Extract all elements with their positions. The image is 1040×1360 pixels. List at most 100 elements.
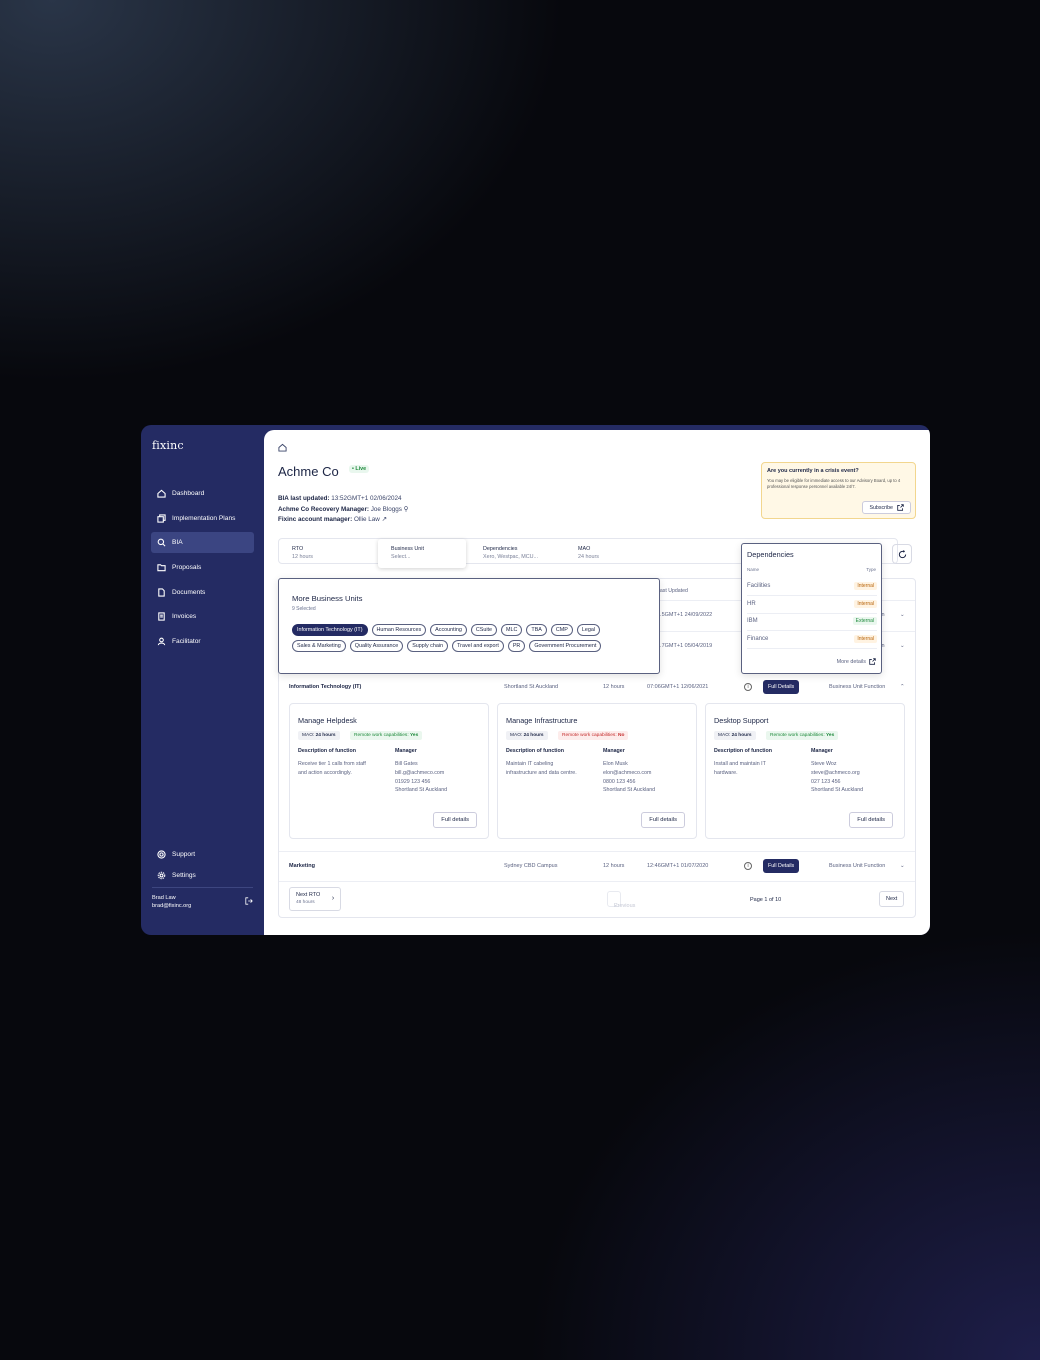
full-details-button[interactable]: Full Details: [763, 680, 800, 694]
sidebar-item-bia[interactable]: BIA: [151, 532, 254, 554]
chevron-down-icon[interactable]: ⌄: [900, 612, 905, 618]
sidebar-item-settings[interactable]: Settings: [151, 865, 254, 886]
person-icon: ⚲: [403, 505, 409, 513]
sidebar-item-support[interactable]: Support: [151, 844, 254, 865]
manager-details: Steve Woz steve@achmeco.org 027 123 456 …: [811, 760, 863, 795]
subscribe-button[interactable]: Subscribe: [862, 501, 911, 514]
filter-rto-value: 12 hours: [292, 554, 313, 560]
business-unit-chip[interactable]: Accounting: [430, 624, 467, 636]
row-last-updated: ...5GMT+1 24/09/2022: [657, 612, 713, 618]
business-unit-chip[interactable]: Travel and export: [452, 640, 504, 652]
sidebar-item-implementation-plans[interactable]: Implementation Plans: [151, 508, 254, 529]
user-icon: [157, 637, 166, 646]
sidebar-nav: Dashboard Implementation Plans BIA Propo…: [151, 483, 254, 656]
remote-badge: Remote work capabilities: No: [558, 731, 629, 740]
external-link-icon: ↗: [381, 516, 387, 523]
description-text: Maintain IT cabeling infrastructure and …: [506, 760, 577, 778]
business-unit-chip[interactable]: Government Procurement: [529, 640, 602, 652]
business-unit-chip[interactable]: PR: [507, 640, 526, 652]
external-link-icon: [869, 658, 876, 665]
manager-name: Bill Gates: [395, 761, 418, 767]
manager-details: Bill Gates bill.g@achmeco.com 01929 123 …: [395, 760, 447, 795]
business-unit-chip[interactable]: Human Resources: [371, 624, 427, 636]
table-row-expanded[interactable]: Information Technology (IT) Shortland St…: [279, 673, 915, 703]
full-details-button[interactable]: Full Details: [763, 859, 800, 873]
row-location: Shortland St Auckland: [504, 684, 559, 690]
account-manager-label: Fixinc account manager:: [278, 516, 353, 523]
filter-mao-label: MAO: [578, 546, 591, 552]
sidebar-bottom-nav: Support Settings: [151, 844, 254, 886]
manager-phone: 0800 123 456: [603, 778, 636, 785]
more-details-link[interactable]: More details: [837, 658, 876, 665]
manager-label: Manager: [603, 748, 625, 754]
info-icon[interactable]: i: [744, 683, 752, 691]
mao-value: 24 hours: [731, 733, 752, 738]
business-unit-chip[interactable]: CSuite: [470, 624, 498, 636]
business-unit-chip[interactable]: Information Technology (IT): [292, 624, 368, 636]
sidebar-item-label: Implementation Plans: [172, 514, 236, 522]
filter-mao[interactable]: MAO 24 hours: [578, 545, 599, 561]
mao-badge: MAO: 24 hours: [298, 731, 340, 740]
sidebar-item-proposals[interactable]: Proposals: [151, 557, 254, 578]
bia-updated-value: 13:52GMT+1 02/06/2024: [331, 495, 402, 502]
sidebar-item-label: Proposals: [172, 564, 202, 572]
remote-badge: Remote work capabilities: Yes: [766, 731, 839, 740]
chevron-down-icon[interactable]: ⌄: [900, 643, 905, 649]
business-unit-chip[interactable]: TBA: [526, 624, 547, 636]
description-label: Description of function: [506, 748, 564, 754]
card-title: Manage Infrastructure: [506, 716, 578, 725]
column-header-last-updated: Last Updated: [657, 588, 688, 594]
document-icon: [158, 588, 165, 597]
business-unit-chip[interactable]: Legal: [576, 624, 601, 636]
row-type: Business Unit Function: [829, 684, 886, 690]
sidebar-item-dashboard[interactable]: Dashboard: [151, 483, 254, 504]
remote-value: Yes: [826, 733, 835, 738]
dependency-type-badge: Internal: [854, 582, 877, 590]
app-window: fixinc Dashboard Implementation Plans BI…: [141, 425, 930, 935]
home-breadcrumb-icon[interactable]: [278, 443, 287, 452]
card-full-details-button[interactable]: Full details: [641, 812, 685, 828]
description-line: and action accordingly.: [298, 769, 352, 776]
dependency-row[interactable]: Finance Internal: [747, 631, 877, 649]
sidebar-item-documents[interactable]: Documents: [151, 582, 254, 603]
dependency-row[interactable]: Facilities Internal: [747, 578, 877, 596]
sidebar-item-label: BIA: [172, 539, 183, 547]
reset-filters-button[interactable]: [892, 544, 912, 564]
chevron-up-icon[interactable]: ⌃: [900, 684, 905, 690]
logout-icon[interactable]: [245, 897, 253, 905]
next-rto-button[interactable]: Next RTO 48 hours ›: [289, 887, 342, 911]
description-line: Maintain IT cabeling: [506, 761, 554, 767]
dependency-row[interactable]: HR Internal: [747, 596, 877, 614]
dependency-row[interactable]: IBM External: [747, 613, 877, 631]
card-full-details-button[interactable]: Full details: [849, 812, 893, 828]
card-full-details-button[interactable]: Full details: [433, 812, 477, 828]
recovery-manager-value[interactable]: Joe Bloggs: [371, 506, 402, 513]
business-unit-chip[interactable]: MLC: [501, 624, 523, 636]
info-icon[interactable]: i: [744, 862, 752, 870]
description-text: Install and maintain IT hardware.: [714, 760, 766, 778]
manager-details: Elon Musk elon@achmeco.com 0800 123 456 …: [603, 760, 655, 795]
next-button[interactable]: Next: [879, 891, 905, 907]
business-unit-chip[interactable]: Supply chain: [407, 640, 449, 652]
dependency-name: HR: [747, 601, 756, 607]
business-unit-chip[interactable]: Quality Assurance: [349, 640, 404, 652]
crisis-banner: Are you currently in a crisis event? You…: [761, 462, 916, 519]
previous-button[interactable]: ← Previous: [607, 891, 635, 909]
account-manager-value[interactable]: Ollie Law: [354, 516, 380, 523]
filter-dependencies[interactable]: Dependencies Xero, Westpac, MCU...: [483, 545, 538, 561]
app-logo: fixinc: [152, 439, 184, 452]
chevron-down-icon[interactable]: ⌄: [900, 863, 905, 869]
function-card: Desktop Support MAO: 24 hours Remote wor…: [705, 703, 905, 839]
manager-email: steve@achmeco.org: [811, 769, 860, 776]
popup-title: More Business Units: [292, 594, 363, 603]
business-unit-chip[interactable]: CMP: [550, 624, 573, 636]
column-header-type: Type: [866, 567, 876, 572]
sidebar-item-invoices[interactable]: Invoices: [151, 606, 254, 627]
sidebar-item-label: Dashboard: [172, 490, 205, 497]
table-row[interactable]: Marketing Sydney CBD Campus 12 hours 12:…: [279, 851, 915, 881]
business-unit-chip[interactable]: Sales & Marketing: [292, 640, 346, 652]
sidebar-item-facilitator[interactable]: Facilitator: [151, 631, 254, 652]
filter-rto[interactable]: RTO 12 hours: [292, 545, 313, 561]
filter-business-unit-dropdown[interactable]: Business Unit Select...: [378, 539, 466, 568]
remote-label: Remote work capabilities:: [354, 733, 409, 738]
